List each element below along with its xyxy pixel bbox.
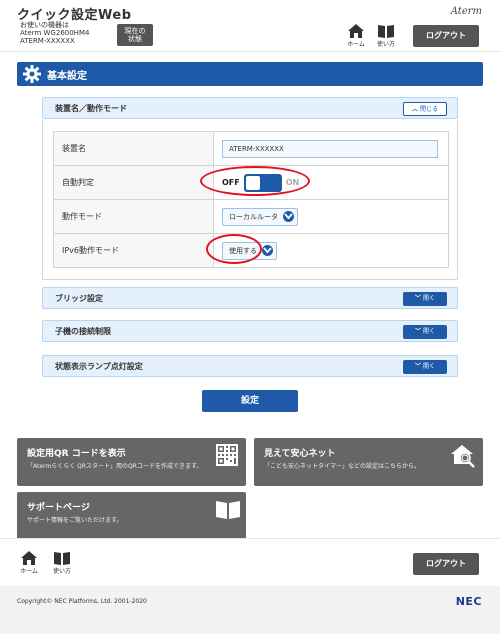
auto-detect-label: 自動判定	[53, 165, 214, 200]
device-model: Aterm WG2600HM4	[20, 29, 90, 37]
footer-background	[0, 586, 500, 634]
book-icon	[54, 552, 70, 565]
section-device-body: 装置名 ATERM-XXXXXX 自動判定 OFF ON 動作モード ローカルル…	[42, 120, 458, 280]
toggle-off-label: OFF	[222, 178, 240, 187]
gear-icon	[23, 65, 41, 83]
support-card-desc: サポート情報をご覧いただけます。	[27, 517, 123, 524]
home-icon	[348, 24, 364, 38]
section-bridge-header[interactable]: ブリッジ設定 ﹀ 開く	[42, 287, 458, 309]
device-name-field[interactable]: ATERM-XXXXXX	[222, 139, 438, 158]
footer-manual-button[interactable]: 使い方	[50, 551, 74, 575]
page-title: 基本設定	[47, 71, 87, 82]
qr-code-icon	[216, 444, 238, 466]
aterm-logo: Aterm	[450, 6, 482, 17]
ipv6-mode-label: IPv6動作モード	[53, 233, 214, 268]
qr-code-card[interactable]: 設定用QR コードを表示 「Atermらくらく QRスタート」用のQRコードを作…	[17, 438, 246, 486]
section-open-button[interactable]: ﹀ 開く	[403, 360, 447, 374]
footer-home-button[interactable]: ホーム	[17, 551, 41, 575]
section-open-button[interactable]: ﹀ 開く	[403, 292, 447, 306]
footer-logout-button[interactable]: ログアウト	[413, 553, 479, 575]
logout-button[interactable]: ログアウト	[413, 25, 479, 47]
toggle-on-label: ON	[285, 178, 300, 187]
operation-mode-select[interactable]: ローカルルータ	[222, 207, 298, 226]
table-row: 自動判定 OFF ON	[53, 165, 449, 200]
operation-mode-label: 動作モード	[53, 199, 214, 234]
section-device-title: 装置名／動作モード	[55, 104, 127, 113]
chevron-down-icon	[283, 211, 294, 222]
toggle-track[interactable]	[243, 173, 282, 192]
nec-logo: NEC	[455, 595, 482, 608]
home-button[interactable]: ホーム	[344, 24, 368, 48]
qr-card-title: 設定用QR コードを表示	[27, 449, 126, 459]
support-page-card[interactable]: サポートページ サポート情報をご覧いただけます。	[17, 492, 246, 540]
qr-card-desc: 「Atermらくらく QRスタート」用のQRコードを作成できます。	[27, 463, 203, 470]
page-header: クイック設定Web お使いの機器は Aterm WG2600HM4 ATERM-…	[0, 0, 500, 52]
manual-button[interactable]: 使い方	[374, 24, 398, 48]
auto-detect-toggle[interactable]: OFF ON	[222, 173, 300, 192]
safety-net-card[interactable]: 見えて安心ネット 「こども安心ネットタイマー」などの設定はこちらから。	[254, 438, 483, 486]
device-caption: お使いの機器は	[20, 21, 69, 29]
support-card-title: サポートページ	[27, 503, 90, 513]
chevron-up-icon: ︿	[411, 106, 418, 113]
house-search-icon	[451, 445, 475, 468]
section-open-button[interactable]: ﹀ 開く	[403, 325, 447, 339]
footer-nav: ホーム 使い方 ログアウト	[0, 538, 500, 586]
chevron-down-icon: ﹀	[414, 328, 421, 335]
book-icon	[216, 501, 240, 519]
chevron-down-icon: ﹀	[414, 295, 421, 302]
apply-button[interactable]: 設定	[202, 390, 298, 412]
device-name-label: 装置名	[53, 131, 214, 166]
home-icon	[21, 551, 37, 565]
chevron-down-icon: ﹀	[414, 363, 421, 370]
section-device-header[interactable]: 装置名／動作モード ︿ 閉じる	[42, 97, 458, 119]
section-lamp-header[interactable]: 状態表示ランプ点灯設定 ﹀ 開く	[42, 355, 458, 377]
safety-card-title: 見えて安心ネット	[264, 449, 336, 459]
book-icon	[378, 25, 394, 38]
settings-table: 装置名 ATERM-XXXXXX 自動判定 OFF ON 動作モード ローカルル…	[53, 131, 449, 268]
table-row: 動作モード ローカルルータ	[53, 199, 449, 234]
ipv6-mode-select[interactable]: 使用する	[222, 241, 277, 260]
copyright-text: Copyright© NEC Platforms, Ltd. 2001-2020	[17, 598, 147, 605]
safety-card-desc: 「こども安心ネットタイマー」などの設定はこちらから。	[264, 463, 421, 470]
table-row: IPv6動作モード 使用する	[53, 233, 449, 268]
toggle-knob	[245, 175, 260, 190]
current-status-button[interactable]: 現在の 状態	[117, 24, 153, 46]
table-row: 装置名 ATERM-XXXXXX	[53, 131, 449, 166]
device-name: ATERM-XXXXXX	[20, 37, 75, 45]
chevron-down-icon	[262, 245, 273, 256]
page-title-bar: 基本設定	[17, 62, 483, 86]
section-close-button[interactable]: ︿ 閉じる	[403, 102, 447, 116]
section-client-limit-header[interactable]: 子機の接続制限 ﹀ 開く	[42, 320, 458, 342]
device-info: お使いの機器は Aterm WG2600HM4 ATERM-XXXXXX	[20, 21, 89, 45]
